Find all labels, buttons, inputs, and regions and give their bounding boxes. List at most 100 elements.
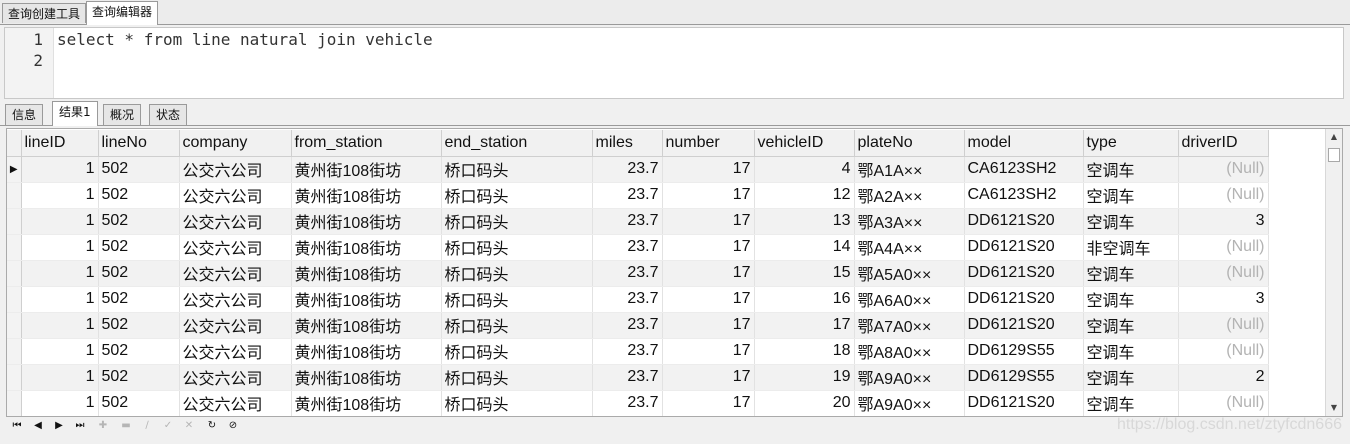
row-indicator[interactable] xyxy=(7,312,22,339)
cell-miles[interactable]: 23.7 xyxy=(592,286,663,313)
cell-vehicleID[interactable]: 16 xyxy=(754,286,855,313)
cell-driverID[interactable]: (Null) xyxy=(1178,260,1269,287)
row-indicator[interactable] xyxy=(7,286,22,313)
tab-result1[interactable]: 结果1 xyxy=(52,101,98,126)
cell-model[interactable]: DD6121S20 xyxy=(964,260,1084,287)
cell-vehicleID[interactable]: 20 xyxy=(754,390,855,416)
cell-miles[interactable]: 23.7 xyxy=(592,156,663,183)
row-indicator[interactable] xyxy=(7,390,22,416)
vertical-scrollbar[interactable]: ▲ ▼ xyxy=(1325,129,1342,416)
column-header-driverID[interactable]: driverID xyxy=(1178,130,1269,157)
cell-type[interactable]: 空调车 xyxy=(1083,182,1179,209)
tab-query-editor[interactable]: 查询编辑器 xyxy=(86,1,159,25)
refresh-icon[interactable]: ↻ xyxy=(205,418,219,434)
cell-driverID[interactable]: 2 xyxy=(1178,364,1269,391)
cell-company[interactable]: 公交六公司 xyxy=(179,234,292,261)
cell-number[interactable]: 17 xyxy=(662,156,755,183)
cell-end_station[interactable]: 桥口码头 xyxy=(441,364,593,391)
apply-changes-icon[interactable]: ✓ xyxy=(161,418,175,434)
scroll-up-icon[interactable]: ▲ xyxy=(1326,129,1342,145)
cell-vehicleID[interactable]: 12 xyxy=(754,182,855,209)
table-row[interactable]: 1 502 公交六公司 黄州街108街坊 桥口码头 23.7 17 14 鄂A4A×× DD612… xyxy=(7,234,1269,261)
row-indicator[interactable] xyxy=(7,338,22,365)
cell-number[interactable]: 17 xyxy=(662,286,755,313)
cell-number[interactable]: 17 xyxy=(662,260,755,287)
cell-type[interactable]: 空调车 xyxy=(1083,208,1179,235)
cell-model[interactable]: DD6121S20 xyxy=(964,208,1084,235)
cell-vehicleID[interactable]: 15 xyxy=(754,260,855,287)
cell-plateNo[interactable]: 鄂A9A0×× xyxy=(854,390,965,416)
cell-model[interactable]: DD6129S55 xyxy=(964,364,1084,391)
cell-from_station[interactable]: 黄州街108街坊 xyxy=(291,182,442,209)
cancel-changes-icon[interactable]: ✕ xyxy=(182,418,196,434)
cell-type[interactable]: 空调车 xyxy=(1083,286,1179,313)
cell-driverID[interactable]: (Null) xyxy=(1178,234,1269,261)
cell-miles[interactable]: 23.7 xyxy=(592,338,663,365)
cell-end_station[interactable]: 桥口码头 xyxy=(441,208,593,235)
first-record-icon[interactable]: ⏮ xyxy=(10,418,24,434)
cell-from_station[interactable]: 黄州街108街坊 xyxy=(291,286,442,313)
next-record-icon[interactable]: ▶ xyxy=(52,418,66,434)
cell-lineNo[interactable]: 502 xyxy=(98,390,180,416)
cell-driverID[interactable]: (Null) xyxy=(1178,390,1269,416)
cell-driverID[interactable]: (Null) xyxy=(1178,312,1269,339)
cell-model[interactable]: CA6123SH2 xyxy=(964,156,1084,183)
column-header-lineID[interactable]: lineID xyxy=(21,130,99,157)
cell-lineNo[interactable]: 502 xyxy=(98,338,180,365)
cell-plateNo[interactable]: 鄂A3A×× xyxy=(854,208,965,235)
edit-record-icon[interactable]: ∕ xyxy=(140,418,154,434)
sql-editor[interactable]: 1 2 select * from line natural join vehi… xyxy=(4,27,1344,99)
column-header-from_station[interactable]: from_station xyxy=(291,130,442,157)
cell-lineID[interactable]: 1 xyxy=(21,234,99,261)
cell-lineID[interactable]: 1 xyxy=(21,312,99,339)
cell-miles[interactable]: 23.7 xyxy=(592,312,663,339)
cell-from_station[interactable]: 黄州街108街坊 xyxy=(291,234,442,261)
column-header-type[interactable]: type xyxy=(1083,130,1179,157)
tab-status[interactable]: 状态 xyxy=(149,104,188,125)
cell-model[interactable]: DD6121S20 xyxy=(964,390,1084,416)
cell-miles[interactable]: 23.7 xyxy=(592,234,663,261)
cell-plateNo[interactable]: 鄂A8A0×× xyxy=(854,338,965,365)
cell-from_station[interactable]: 黄州街108街坊 xyxy=(291,208,442,235)
cell-lineID[interactable]: 1 xyxy=(21,260,99,287)
cell-number[interactable]: 17 xyxy=(662,338,755,365)
column-header-lineNo[interactable]: lineNo xyxy=(98,130,180,157)
cell-number[interactable]: 17 xyxy=(662,234,755,261)
scrollbar-thumb[interactable] xyxy=(1328,148,1340,162)
cell-lineID[interactable]: 1 xyxy=(21,286,99,313)
cell-company[interactable]: 公交六公司 xyxy=(179,312,292,339)
row-indicator[interactable] xyxy=(7,260,22,287)
cell-vehicleID[interactable]: 14 xyxy=(754,234,855,261)
column-header-company[interactable]: company xyxy=(179,130,292,157)
cell-plateNo[interactable]: 鄂A7A0×× xyxy=(854,312,965,339)
cell-plateNo[interactable]: 鄂A1A×× xyxy=(854,156,965,183)
cell-type[interactable]: 空调车 xyxy=(1083,390,1179,416)
cell-company[interactable]: 公交六公司 xyxy=(179,286,292,313)
cell-driverID[interactable]: 3 xyxy=(1178,208,1269,235)
cell-plateNo[interactable]: 鄂A4A×× xyxy=(854,234,965,261)
cell-lineID[interactable]: 1 xyxy=(21,338,99,365)
cell-end_station[interactable]: 桥口码头 xyxy=(441,286,593,313)
tab-info[interactable]: 信息 xyxy=(5,104,44,125)
cell-company[interactable]: 公交六公司 xyxy=(179,364,292,391)
cell-driverID[interactable]: (Null) xyxy=(1178,338,1269,365)
cell-company[interactable]: 公交六公司 xyxy=(179,208,292,235)
cell-lineNo[interactable]: 502 xyxy=(98,156,180,183)
cell-model[interactable]: DD6121S20 xyxy=(964,286,1084,313)
cell-model[interactable]: CA6123SH2 xyxy=(964,182,1084,209)
cell-company[interactable]: 公交六公司 xyxy=(179,260,292,287)
cell-miles[interactable]: 23.7 xyxy=(592,364,663,391)
cell-company[interactable]: 公交六公司 xyxy=(179,156,292,183)
column-header-plateNo[interactable]: plateNo xyxy=(854,130,965,157)
cell-driverID[interactable]: 3 xyxy=(1178,286,1269,313)
cell-vehicleID[interactable]: 4 xyxy=(754,156,855,183)
cell-miles[interactable]: 23.7 xyxy=(592,390,663,416)
cell-type[interactable]: 空调车 xyxy=(1083,338,1179,365)
row-indicator[interactable]: ▶ xyxy=(7,156,22,183)
cell-lineNo[interactable]: 502 xyxy=(98,182,180,209)
row-indicator[interactable] xyxy=(7,208,22,235)
scroll-down-icon[interactable]: ▼ xyxy=(1326,400,1342,416)
cell-type[interactable]: 空调车 xyxy=(1083,156,1179,183)
cell-lineID[interactable]: 1 xyxy=(21,156,99,183)
cell-type[interactable]: 空调车 xyxy=(1083,312,1179,339)
